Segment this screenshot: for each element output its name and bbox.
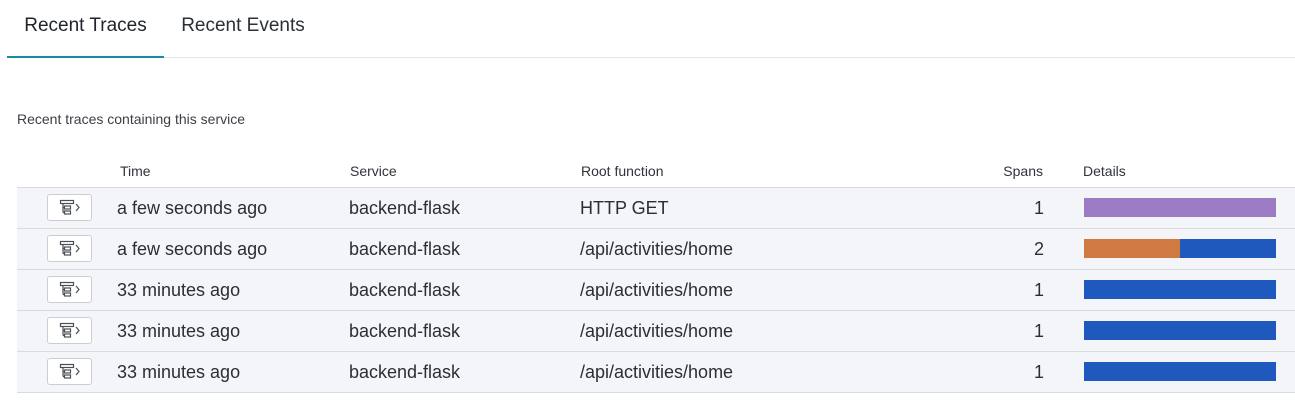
- trace-waterfall-icon: [59, 363, 80, 379]
- tab-recent-events[interactable]: Recent Events: [172, 0, 314, 58]
- table-row[interactable]: 33 minutes ago backend-flask /api/activi…: [17, 270, 1295, 311]
- trace-service: backend-flask: [349, 239, 461, 259]
- trace-time: 33 minutes ago: [117, 362, 241, 382]
- trace-waterfall-icon: [59, 322, 80, 338]
- tab-bar: Recent Traces Recent Events: [7, 0, 1295, 58]
- trace-waterfall-icon: [59, 199, 80, 215]
- column-header-service[interactable]: Service: [350, 163, 397, 179]
- trace-root-function: HTTP GET: [580, 198, 669, 218]
- table-row[interactable]: 33 minutes ago backend-flask /api/activi…: [17, 311, 1295, 352]
- trace-time: a few seconds ago: [117, 198, 268, 218]
- table-header: Time Service Root function Spans Details: [17, 155, 1295, 188]
- trace-waterfall-icon: [59, 281, 80, 297]
- trace-spans-count: 2: [1033, 239, 1044, 259]
- trace-spans-count: 1: [1033, 321, 1044, 341]
- trace-service: backend-flask: [349, 362, 461, 382]
- trace-time: 33 minutes ago: [117, 280, 241, 300]
- tab-recent-traces[interactable]: Recent Traces: [7, 0, 164, 58]
- span-segment: [1084, 280, 1276, 299]
- span-segment: [1084, 198, 1276, 217]
- trace-waterfall-icon: [59, 240, 80, 256]
- table-row[interactable]: a few seconds ago backend-flask HTTP GET…: [17, 188, 1295, 229]
- span-segment: [1180, 239, 1276, 258]
- trace-details-bar: [1084, 198, 1276, 217]
- trace-spans-count: 1: [1033, 362, 1044, 382]
- trace-root-function: /api/activities/home: [580, 280, 734, 300]
- trace-time: 33 minutes ago: [117, 321, 241, 341]
- span-segment: [1084, 362, 1276, 381]
- trace-root-function: /api/activities/home: [580, 362, 734, 382]
- trace-service: backend-flask: [349, 280, 461, 300]
- column-header-details: Details: [1083, 163, 1126, 179]
- trace-details-bar: [1084, 362, 1276, 381]
- trace-service: backend-flask: [349, 198, 461, 218]
- open-trace-button[interactable]: [47, 317, 92, 344]
- table-row[interactable]: a few seconds ago backend-flask /api/act…: [17, 229, 1295, 270]
- span-segment: [1084, 321, 1276, 340]
- column-header-time[interactable]: Time: [120, 163, 151, 179]
- table-body: a few seconds ago backend-flask HTTP GET…: [17, 188, 1295, 393]
- trace-details-bar: [1084, 321, 1276, 340]
- trace-details-bar: [1084, 280, 1276, 299]
- trace-root-function: /api/activities/home: [580, 239, 734, 259]
- trace-root-function: /api/activities/home: [580, 321, 734, 341]
- open-trace-button[interactable]: [47, 358, 92, 385]
- trace-spans-count: 1: [1033, 198, 1044, 218]
- table-row[interactable]: 33 minutes ago backend-flask /api/activi…: [17, 352, 1295, 393]
- span-segment: [1084, 239, 1180, 258]
- trace-time: a few seconds ago: [117, 239, 268, 259]
- column-header-root-function[interactable]: Root function: [581, 163, 664, 179]
- open-trace-button[interactable]: [47, 276, 92, 303]
- trace-spans-count: 1: [1033, 280, 1044, 300]
- traces-table: Time Service Root function Spans Details…: [17, 155, 1295, 393]
- open-trace-button[interactable]: [47, 194, 92, 221]
- open-trace-button[interactable]: [47, 235, 92, 262]
- section-subtitle: Recent traces containing this service: [17, 111, 245, 127]
- trace-details-bar: [1084, 239, 1276, 258]
- column-header-spans[interactable]: Spans: [1003, 163, 1043, 179]
- trace-service: backend-flask: [349, 321, 461, 341]
